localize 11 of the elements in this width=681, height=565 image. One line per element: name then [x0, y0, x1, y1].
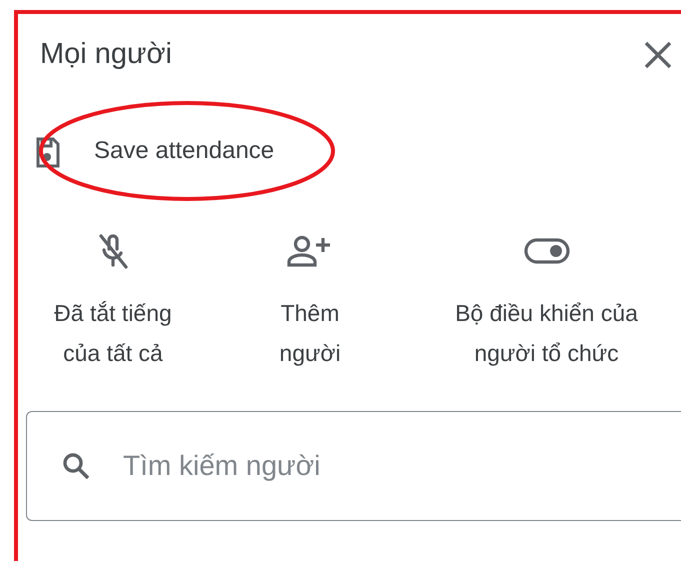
action-button[interactable]: Bộ điều khiển của người tổ chức	[412, 231, 681, 373]
close-icon[interactable]	[643, 40, 673, 70]
search-icon	[62, 452, 90, 480]
search-field[interactable]: Tìm kiếm người	[26, 411, 681, 521]
action-button[interactable]: Đã tắt tiếng của tất cả	[18, 231, 208, 373]
save-attendance-button[interactable]: Save attendance	[36, 133, 274, 169]
add-person-icon	[287, 235, 333, 267]
toggle-switch-icon	[524, 238, 570, 264]
panel-title: Mọi người	[40, 38, 172, 71]
action-button[interactable]: Thêm người	[208, 231, 412, 373]
muted-microphone-icon	[98, 233, 128, 269]
